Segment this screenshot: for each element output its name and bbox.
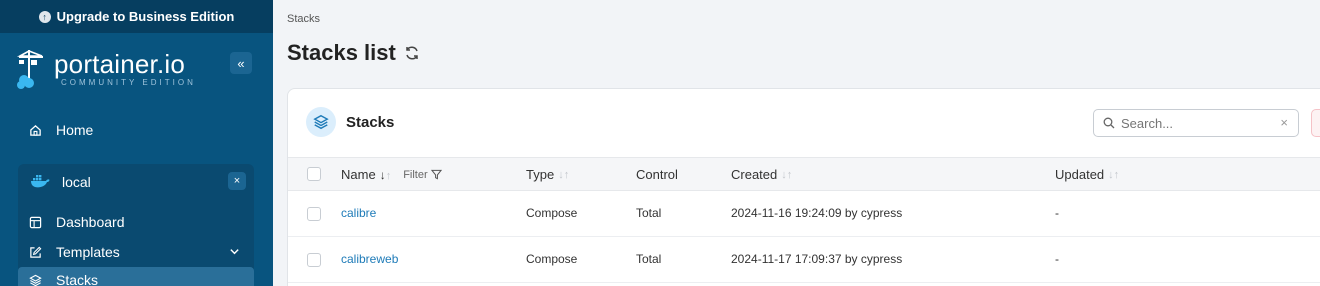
sort-icon: ↓↑ [558,168,570,181]
sidebar-item-label: Stacks [56,272,99,286]
column-created[interactable]: Created ↓↑ [731,167,792,182]
crane-icon [16,50,43,89]
upgrade-label: Upgrade to Business Edition [56,9,235,24]
sort-icon: ↓↑ [1108,168,1120,181]
sort-icon: ↓↑ [781,168,793,181]
logo-edition: COMMUNITY EDITION [61,78,196,87]
page-title-text: Stacks list [287,40,396,65]
filter-icon [430,169,442,180]
stacks-icon [306,107,336,137]
column-control-label: Control [636,167,678,182]
templates-icon [28,245,42,259]
column-control: Control [636,167,678,182]
column-updated[interactable]: Updated ↓↑ [1055,167,1119,182]
stack-type: Compose [526,252,578,266]
docker-icon [30,174,50,191]
sidebar-item-home[interactable]: Home [0,117,273,143]
refresh-icon[interactable] [404,45,420,61]
stacks-card: Stacks × Name ↓↑ Filter Type ↓↑ Control … [287,88,1320,286]
environment-name: local [62,174,91,190]
table-row: calibre Compose Total 2024-11-16 19:24:0… [288,191,1320,237]
stack-name-link[interactable]: calibreweb [341,252,398,266]
environment-close-button[interactable]: × [228,172,246,190]
stacks-icon [28,273,42,286]
name-filter[interactable]: Filter [403,168,442,181]
column-created-label: Created [731,167,778,182]
card-header: Stacks × [288,89,1320,157]
stack-created: 2024-11-17 17:09:37 by cypress [731,252,903,266]
sidebar-item-templates[interactable]: Templates [18,239,254,265]
card-title: Stacks [346,114,395,131]
home-icon [28,123,42,137]
logo-wordmark: portainer.io [54,49,186,79]
stack-updated: - [1055,206,1059,220]
sidebar-item-label: Home [56,122,94,138]
clear-search-icon[interactable]: × [1280,115,1288,130]
row-checkbox[interactable] [307,207,321,221]
column-type[interactable]: Type ↓↑ [526,167,569,182]
select-all-checkbox[interactable] [307,167,321,181]
arrow-up-circle-icon: ↑ [38,10,51,23]
stack-created: 2024-11-16 19:24:09 by cypress [731,206,903,220]
dashboard-icon [28,215,42,229]
column-name[interactable]: Name ↓↑ Filter [341,167,442,182]
close-icon: × [233,175,241,187]
sidebar-item-stacks[interactable]: Stacks [18,267,254,286]
breadcrumb: Stacks [287,13,321,25]
stack-control: Total [636,206,662,220]
column-updated-label: Updated [1055,167,1105,182]
sidebar-item-label: Dashboard [56,214,125,230]
filter-label: Filter [403,168,428,181]
table-header: Name ↓↑ Filter Type ↓↑ Control Created ↓… [288,157,1320,191]
portainer-logo[interactable]: portainer.io COMMUNITY EDITION [16,48,196,90]
table-row: calibreweb Compose Total 2024-11-17 17:0… [288,237,1320,283]
chevron-down-icon[interactable] [229,246,240,257]
page-title: Stacks list [287,40,420,66]
sidebar: ↑ Upgrade to Business Edition portainer.… [0,0,273,286]
stack-updated: - [1055,252,1059,266]
collapse-sidebar-button[interactable]: « [230,52,252,74]
column-type-label: Type [526,167,555,182]
upgrade-banner[interactable]: ↑ Upgrade to Business Edition [0,0,273,33]
environment-header[interactable]: local [18,168,254,196]
row-checkbox[interactable] [307,253,321,267]
search-box: × [1093,109,1299,137]
stack-control: Total [636,252,662,266]
search-input[interactable] [1121,115,1271,131]
sidebar-item-dashboard[interactable]: Dashboard [18,209,254,235]
double-chevron-left-icon: « [237,55,245,71]
column-name-label: Name [341,167,376,182]
sidebar-item-label: Templates [56,244,120,260]
remove-button[interactable] [1311,109,1320,137]
stack-name-link[interactable]: calibre [341,206,376,220]
search-icon [1103,117,1115,129]
sort-desc-icon: ↓↑ [379,167,392,182]
stack-type: Compose [526,206,578,220]
